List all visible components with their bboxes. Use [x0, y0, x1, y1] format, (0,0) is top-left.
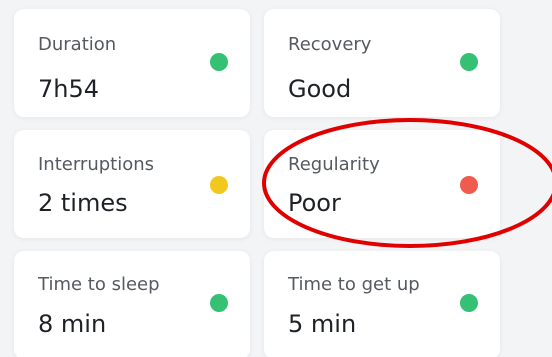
duration-value: 7h54 [38, 75, 100, 103]
regularity-label: Regularity [288, 154, 380, 175]
time-to-get-up-card[interactable]: Time to get up 5 min [264, 251, 500, 357]
interruptions-value: 2 times [38, 189, 128, 217]
time-to-sleep-value: 8 min [38, 310, 107, 338]
recovery-status-dot [460, 53, 478, 71]
interruptions-label: Interruptions [38, 154, 155, 175]
regularity-value: Poor [288, 189, 341, 217]
regularity-card[interactable]: Regularity Poor [264, 130, 500, 238]
recovery-value: Good [288, 75, 352, 103]
time-to-sleep-label: Time to sleep [38, 274, 160, 295]
duration-label: Duration [38, 34, 117, 55]
interruptions-card[interactable]: Interruptions 2 times [14, 130, 250, 238]
recovery-label: Recovery [288, 34, 372, 55]
duration-status-dot [210, 53, 228, 71]
duration-card[interactable]: Duration 7h54 [14, 9, 250, 117]
time-to-get-up-value: 5 min [288, 310, 357, 338]
sleep-metrics-grid: Duration 7h54 Recovery Good Interruption… [0, 0, 552, 357]
time-to-sleep-card[interactable]: Time to sleep 8 min [14, 251, 250, 357]
time-to-get-up-label: Time to get up [288, 274, 420, 295]
interruptions-status-dot [210, 176, 228, 194]
recovery-card[interactable]: Recovery Good [264, 9, 500, 117]
regularity-status-dot [460, 176, 478, 194]
time-to-get-up-status-dot [460, 294, 478, 312]
time-to-sleep-status-dot [210, 294, 228, 312]
